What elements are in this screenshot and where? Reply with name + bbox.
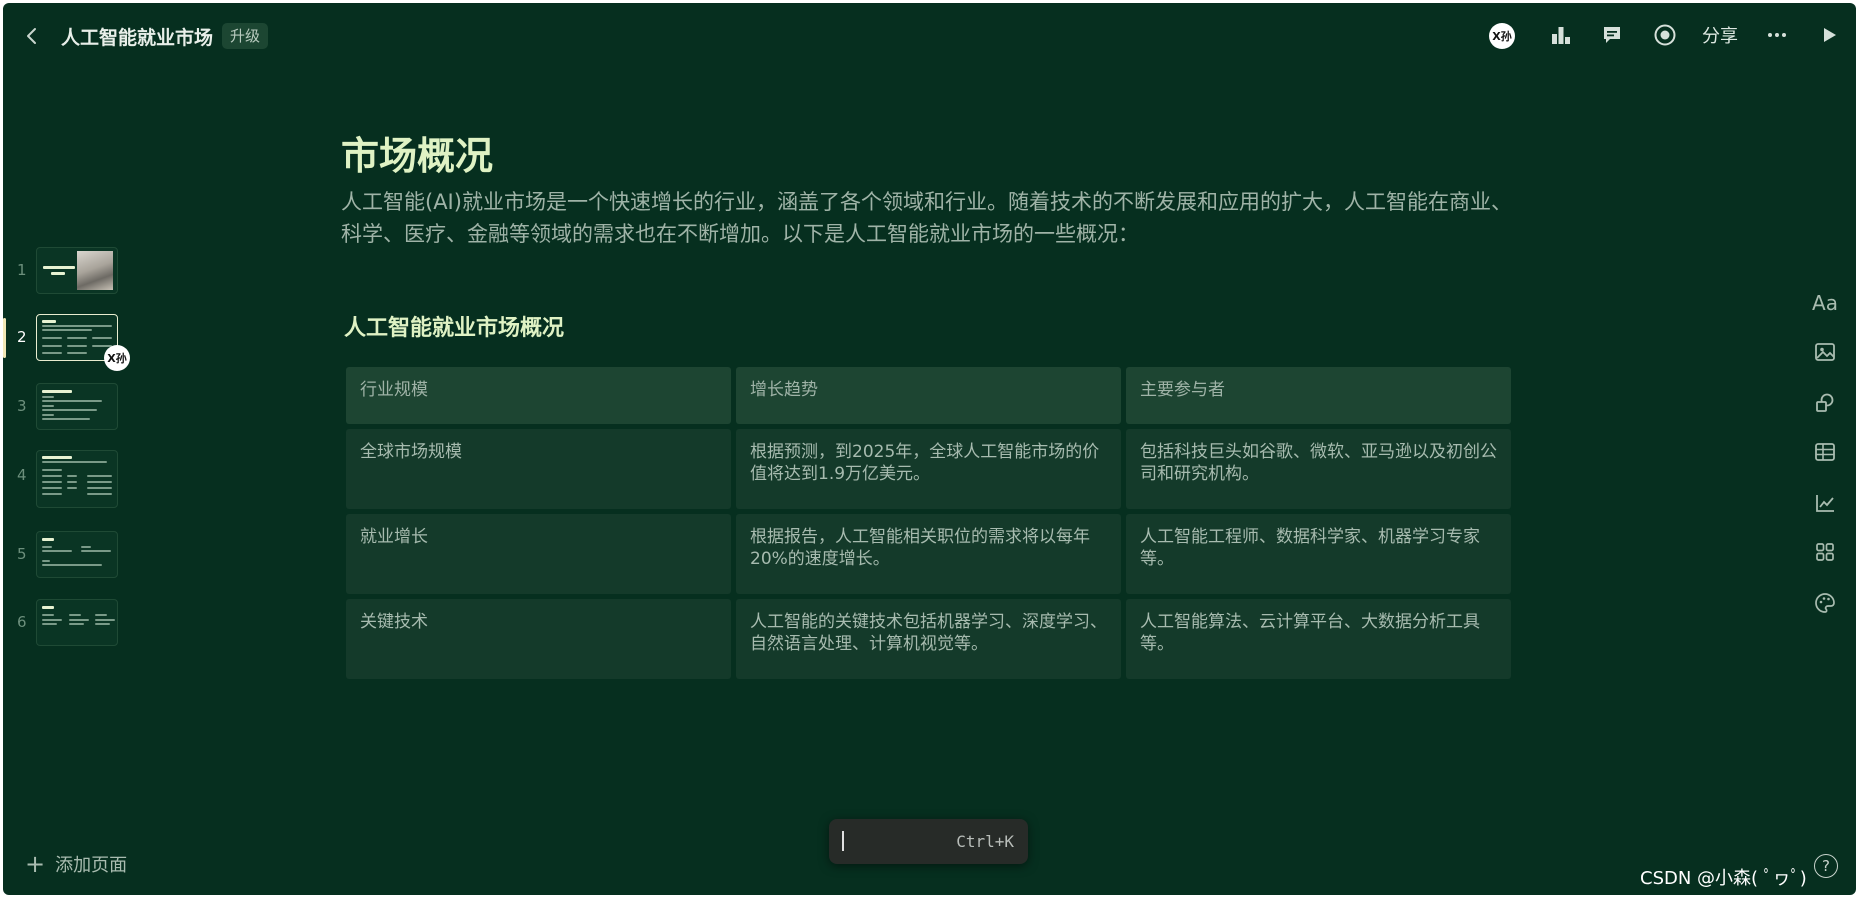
table-section-title[interactable]: 人工智能就业市场概况 <box>344 310 564 342</box>
command-input[interactable]: Ctrl+K <box>829 819 1028 864</box>
upgrade-button[interactable]: 升级 <box>222 23 269 49</box>
slide-description[interactable]: 人工智能(AI)就业市场是一个快速增长的行业，涵盖了各个领域和行业。随着技术的不… <box>341 186 1521 250</box>
plus-icon: + <box>25 850 46 878</box>
shortcut-hint: Ctrl+K <box>956 832 1014 851</box>
table-cell[interactable]: 就业增长 <box>346 514 731 594</box>
text-style-button[interactable]: Aa <box>1809 287 1841 319</box>
table-cell[interactable]: 关键技术 <box>346 599 731 679</box>
slide-thumbnail-5[interactable]: 5 <box>3 531 143 579</box>
slide-number: 2 <box>17 328 27 346</box>
apps-grid-icon[interactable] <box>1809 536 1841 568</box>
analytics-icon[interactable] <box>1545 20 1577 50</box>
table-row: 就业增长 根据报告，人工智能相关职位的需求将以每年20%的速度增长。 人工智能工… <box>346 514 1516 594</box>
table-cell[interactable]: 包括科技巨头如谷歌、微软、亚马逊以及初创公司和研究机构。 <box>1126 429 1511 509</box>
back-icon[interactable] <box>19 23 45 49</box>
table-row: 全球市场规模 根据预测，到2025年，全球人工智能市场的价值将达到1.9万亿美元… <box>346 429 1516 509</box>
slide-thumbnail-6[interactable]: 6 <box>3 599 143 647</box>
play-icon[interactable] <box>1813 20 1845 50</box>
table-header-cell[interactable]: 行业规模 <box>346 367 731 424</box>
app-window: 人工智能就业市场 升级 X孙 分享 1 2 X孙 3 4 5 6 + 添加页面 … <box>3 3 1856 895</box>
slide-number: 5 <box>17 545 27 563</box>
slide-thumbnail-4[interactable]: 4 <box>3 450 143 508</box>
data-table: 行业规模 增长趋势 主要参与者 全球市场规模 根据预测，到2025年，全球人工智… <box>346 367 1516 684</box>
top-bar: 人工智能就业市场 升级 X孙 分享 <box>3 3 1856 67</box>
watermark: CSDN @小森( ﾟヮﾟ) <box>1640 868 1807 889</box>
table-row: 关键技术 人工智能的关键技术包括机器学习、深度学习、自然语言处理、计算机视觉等。… <box>346 599 1516 679</box>
table-cell[interactable]: 根据报告，人工智能相关职位的需求将以每年20%的速度增长。 <box>736 514 1121 594</box>
active-indicator <box>3 318 6 358</box>
chart-icon[interactable] <box>1809 487 1841 519</box>
help-icon[interactable]: ? <box>1814 854 1838 878</box>
image-icon[interactable] <box>1809 336 1841 368</box>
table-cell[interactable]: 人工智能工程师、数据科学家、机器学习专家等。 <box>1126 514 1511 594</box>
comment-icon[interactable] <box>1596 20 1628 50</box>
more-icon[interactable] <box>1761 20 1793 50</box>
document-title[interactable]: 人工智能就业市场 <box>61 23 213 50</box>
slide-preview-image <box>77 251 113 290</box>
table-cell[interactable]: 人工智能的关键技术包括机器学习、深度学习、自然语言处理、计算机视觉等。 <box>736 599 1121 679</box>
table-cell[interactable]: 人工智能算法、云计算平台、大数据分析工具等。 <box>1126 599 1511 679</box>
slide-title[interactable]: 市场概况 <box>341 125 493 180</box>
slide-number: 1 <box>17 261 27 279</box>
table-cell[interactable]: 根据预测，到2025年，全球人工智能市场的价值将达到1.9万亿美元。 <box>736 429 1121 509</box>
slide-preview[interactable] <box>36 599 118 646</box>
text-caret <box>842 831 844 851</box>
slide-thumbnail-1[interactable]: 1 <box>3 247 143 295</box>
add-page-label: 添加页面 <box>55 855 128 876</box>
table-cell[interactable]: 全球市场规模 <box>346 429 731 509</box>
slide-number: 6 <box>17 613 27 631</box>
slide-number: 3 <box>17 397 27 415</box>
table-header-row: 行业规模 增长趋势 主要参与者 <box>346 367 1516 424</box>
slide-thumbnail-3[interactable]: 3 <box>3 383 143 431</box>
palette-icon[interactable] <box>1809 587 1841 619</box>
slide-number: 4 <box>17 466 27 484</box>
table-header-cell[interactable]: 主要参与者 <box>1126 367 1511 424</box>
slide-preview[interactable] <box>36 450 118 508</box>
user-avatar[interactable]: X孙 <box>1489 23 1515 49</box>
record-icon[interactable] <box>1649 20 1681 50</box>
share-button[interactable]: 分享 <box>1698 20 1742 50</box>
shapes-icon[interactable] <box>1809 387 1841 419</box>
slide-preview[interactable] <box>36 383 118 430</box>
slide-preview[interactable] <box>36 531 118 578</box>
add-page-button[interactable]: + 添加页面 <box>25 851 127 877</box>
table-header-cell[interactable]: 增长趋势 <box>736 367 1121 424</box>
collaborator-avatar: X孙 <box>104 345 130 371</box>
slide-preview[interactable] <box>36 247 118 294</box>
table-icon[interactable] <box>1809 436 1841 468</box>
